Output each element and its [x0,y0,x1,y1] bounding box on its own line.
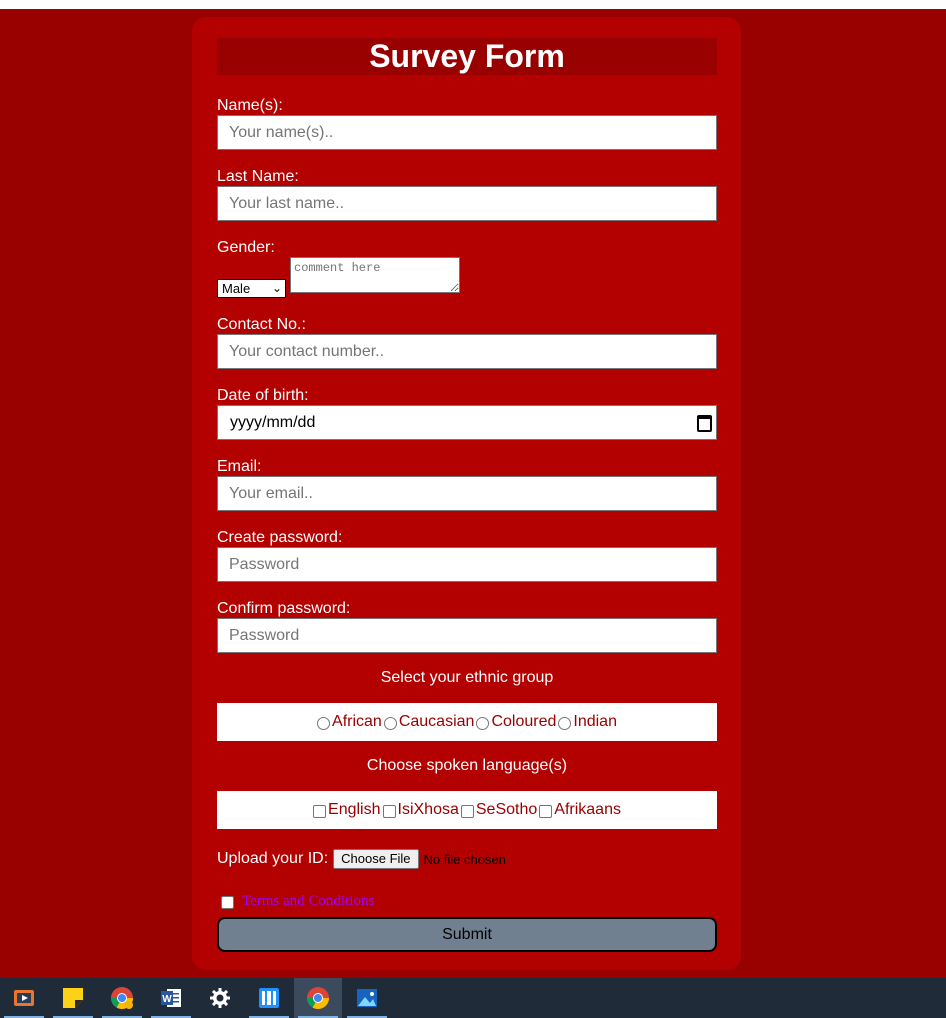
radio-button[interactable] [558,716,572,730]
checkbox[interactable] [539,804,553,818]
create-password-input[interactable] [217,547,717,582]
gender-select[interactable]: Male ⌄ [217,279,286,298]
submit-button[interactable]: Submit [217,917,717,952]
calendar-icon[interactable] [697,415,712,432]
ethnic-option-caucasian[interactable]: Caucasian [383,713,474,731]
choose-file-button[interactable]: Choose File [333,849,419,869]
radio-button[interactable] [476,716,490,730]
upload-row: Upload your ID: Choose File No file chos… [217,849,506,869]
taskbar-chrome[interactable] [294,978,342,1018]
taskbar-sticky-notes[interactable] [49,978,97,1018]
confirm-password-input[interactable] [217,618,717,653]
taskbar-settings[interactable] [196,978,244,1018]
chrome-icon [307,987,329,1009]
dob-label: Date of birth: [217,387,309,404]
taskbar-media-player[interactable] [0,978,48,1018]
taskbar: W [0,978,946,1018]
survey-form: Survey Form Name(s): Last Name: Gender: … [192,17,741,970]
gender-label: Gender: [217,239,275,256]
dob-input[interactable]: yyyy/mm/dd [217,405,717,440]
ethnic-option-african[interactable]: African [317,713,382,731]
terms-row: Terms and Conditions [221,893,374,910]
confirm-password-label: Confirm password: [217,600,351,617]
taskbar-remote-app[interactable] [245,978,293,1018]
create-password-label: Create password: [217,529,343,546]
language-options: English IsiXhosa SeSotho Afrikaans [217,791,717,829]
checkbox[interactable] [460,804,474,818]
svg-text:W: W [162,994,172,1005]
terms-link[interactable]: Terms and Conditions [242,893,374,910]
checkbox[interactable] [382,804,396,818]
contact-input[interactable] [217,334,717,369]
form-title: Survey Form [217,38,717,75]
radio-button[interactable] [383,716,397,730]
language-option-afrikaans[interactable]: Afrikaans [539,801,621,819]
last-name-label: Last Name: [217,168,299,185]
language-option-sesotho[interactable]: SeSotho [460,801,537,819]
last-name-input[interactable] [217,186,717,221]
language-heading: Choose spoken language(s) [366,757,568,774]
chevron-down-icon: ⌄ [271,281,282,295]
taskbar-chrome-canary[interactable] [98,978,146,1018]
chrome-canary-icon [111,987,133,1009]
settings-icon [210,988,230,1008]
photos-icon [357,989,377,1007]
ethnic-group-options: African Caucasian Coloured Indian [217,703,717,741]
media-player-icon [14,990,34,1006]
top-strip [0,0,946,9]
language-option-english[interactable]: English [313,801,381,819]
file-status: No file chosen [423,851,506,867]
upload-label: Upload your ID: [217,850,329,867]
word-icon: W [161,989,181,1007]
taskbar-photos[interactable] [343,978,391,1018]
remote-app-icon [259,988,279,1008]
radio-button[interactable] [317,716,331,730]
gender-selected-value: Male [222,281,251,296]
ethnic-option-indian[interactable]: Indian [558,713,617,731]
dob-placeholder: yyyy/mm/dd [230,414,316,431]
sticky-notes-icon [63,988,83,1008]
taskbar-word[interactable]: W [147,978,195,1018]
email-label: Email: [217,458,262,475]
names-label: Name(s): [217,97,283,114]
ethnic-option-coloured[interactable]: Coloured [476,713,556,731]
email-input[interactable] [217,476,717,511]
ethnic-group-heading: Select your ethnic group [380,669,554,686]
terms-checkbox[interactable] [221,896,234,909]
language-option-isixhosa[interactable]: IsiXhosa [382,801,459,819]
names-input[interactable] [217,115,717,150]
checkbox[interactable] [313,804,327,818]
comment-textarea[interactable] [290,257,460,293]
contact-label: Contact No.: [217,316,306,333]
